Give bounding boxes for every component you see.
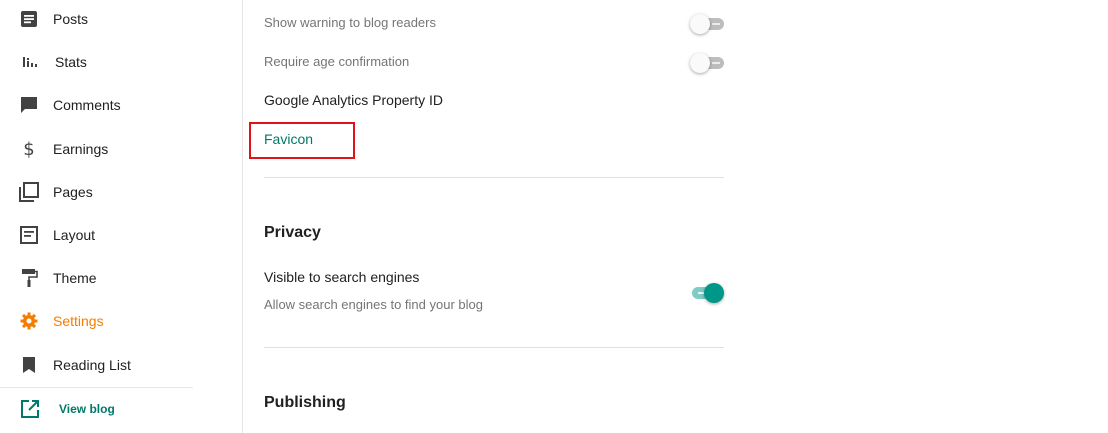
visible-search-label: Visible to search engines [264, 269, 420, 285]
age-confirmation-toggle[interactable] [690, 51, 724, 73]
sidebar-item-posts[interactable]: Posts [0, 0, 242, 40]
publishing-section-title: Publishing [264, 394, 724, 412]
visible-search-setting: Visible to search engines [264, 269, 724, 287]
posts-icon [19, 9, 39, 29]
show-warning-setting: Show warning to blog readers [264, 14, 724, 34]
sidebar-item-stats[interactable]: Stats [0, 40, 242, 83]
blogger-settings-app: Posts Stats Comments $ Earnings Pages La… [0, 0, 1108, 433]
stats-icon [19, 52, 39, 72]
toggle-thumb [690, 53, 710, 73]
sidebar-item-label: Settings [53, 312, 104, 329]
sidebar-item-label: Pages [53, 183, 93, 200]
privacy-section-title: Privacy [264, 224, 724, 242]
sidebar-item-layout[interactable]: Layout [0, 213, 242, 256]
sidebar: Posts Stats Comments $ Earnings Pages La… [0, 0, 243, 433]
sidebar-item-label: Stats [55, 53, 87, 70]
toggle-thumb [690, 14, 710, 34]
section-title: Publishing [264, 394, 346, 411]
toggle-thumb [704, 283, 724, 303]
sidebar-item-label: Comments [53, 96, 121, 113]
analytics-label: Google Analytics Property ID [264, 92, 443, 108]
open-in-new-icon [20, 399, 40, 419]
analytics-setting[interactable]: Google Analytics Property ID [264, 92, 724, 112]
sidebar-item-pages[interactable]: Pages [0, 170, 242, 213]
bookmark-icon [19, 355, 39, 375]
sidebar-item-label: Posts [53, 10, 89, 27]
paint-roller-icon [19, 268, 39, 288]
age-confirmation-label: Require age confirmation [264, 54, 410, 69]
pages-icon [19, 181, 39, 202]
sidebar-item-reading-list[interactable]: Reading List [0, 343, 242, 386]
section-title: Privacy [264, 224, 321, 241]
visible-search-description: Allow search engines to find your blog [264, 296, 724, 314]
sidebar-item-settings[interactable]: Settings [0, 299, 242, 342]
visible-search-toggle[interactable] [690, 281, 724, 303]
sidebar-item-comments[interactable]: Comments [0, 83, 242, 126]
highlight-box [249, 122, 355, 159]
section-divider [264, 177, 724, 178]
sidebar-item-label: Theme [53, 269, 97, 286]
age-confirmation-setting: Require age confirmation [264, 53, 724, 73]
sidebar-item-label: Layout [53, 226, 96, 243]
layout-icon [19, 225, 39, 245]
svg-text:$: $ [23, 139, 34, 159]
gear-icon [19, 311, 39, 331]
view-blog-label: View blog [59, 402, 115, 416]
sidebar-item-earnings[interactable]: $ Earnings [0, 127, 242, 170]
sidebar-item-label: Reading List [53, 356, 131, 373]
section-divider [264, 347, 724, 348]
sidebar-item-label: Earnings [53, 140, 109, 157]
dollar-icon: $ [19, 139, 39, 159]
view-blog-link[interactable]: View blog [0, 390, 193, 428]
visible-search-desc: Allow search engines to find your blog [264, 297, 483, 312]
show-warning-label: Show warning to blog readers [264, 15, 436, 30]
show-warning-toggle[interactable] [690, 12, 724, 34]
comments-icon [19, 95, 39, 115]
sidebar-item-theme[interactable]: Theme [0, 256, 242, 299]
sidebar-divider [0, 387, 193, 388]
